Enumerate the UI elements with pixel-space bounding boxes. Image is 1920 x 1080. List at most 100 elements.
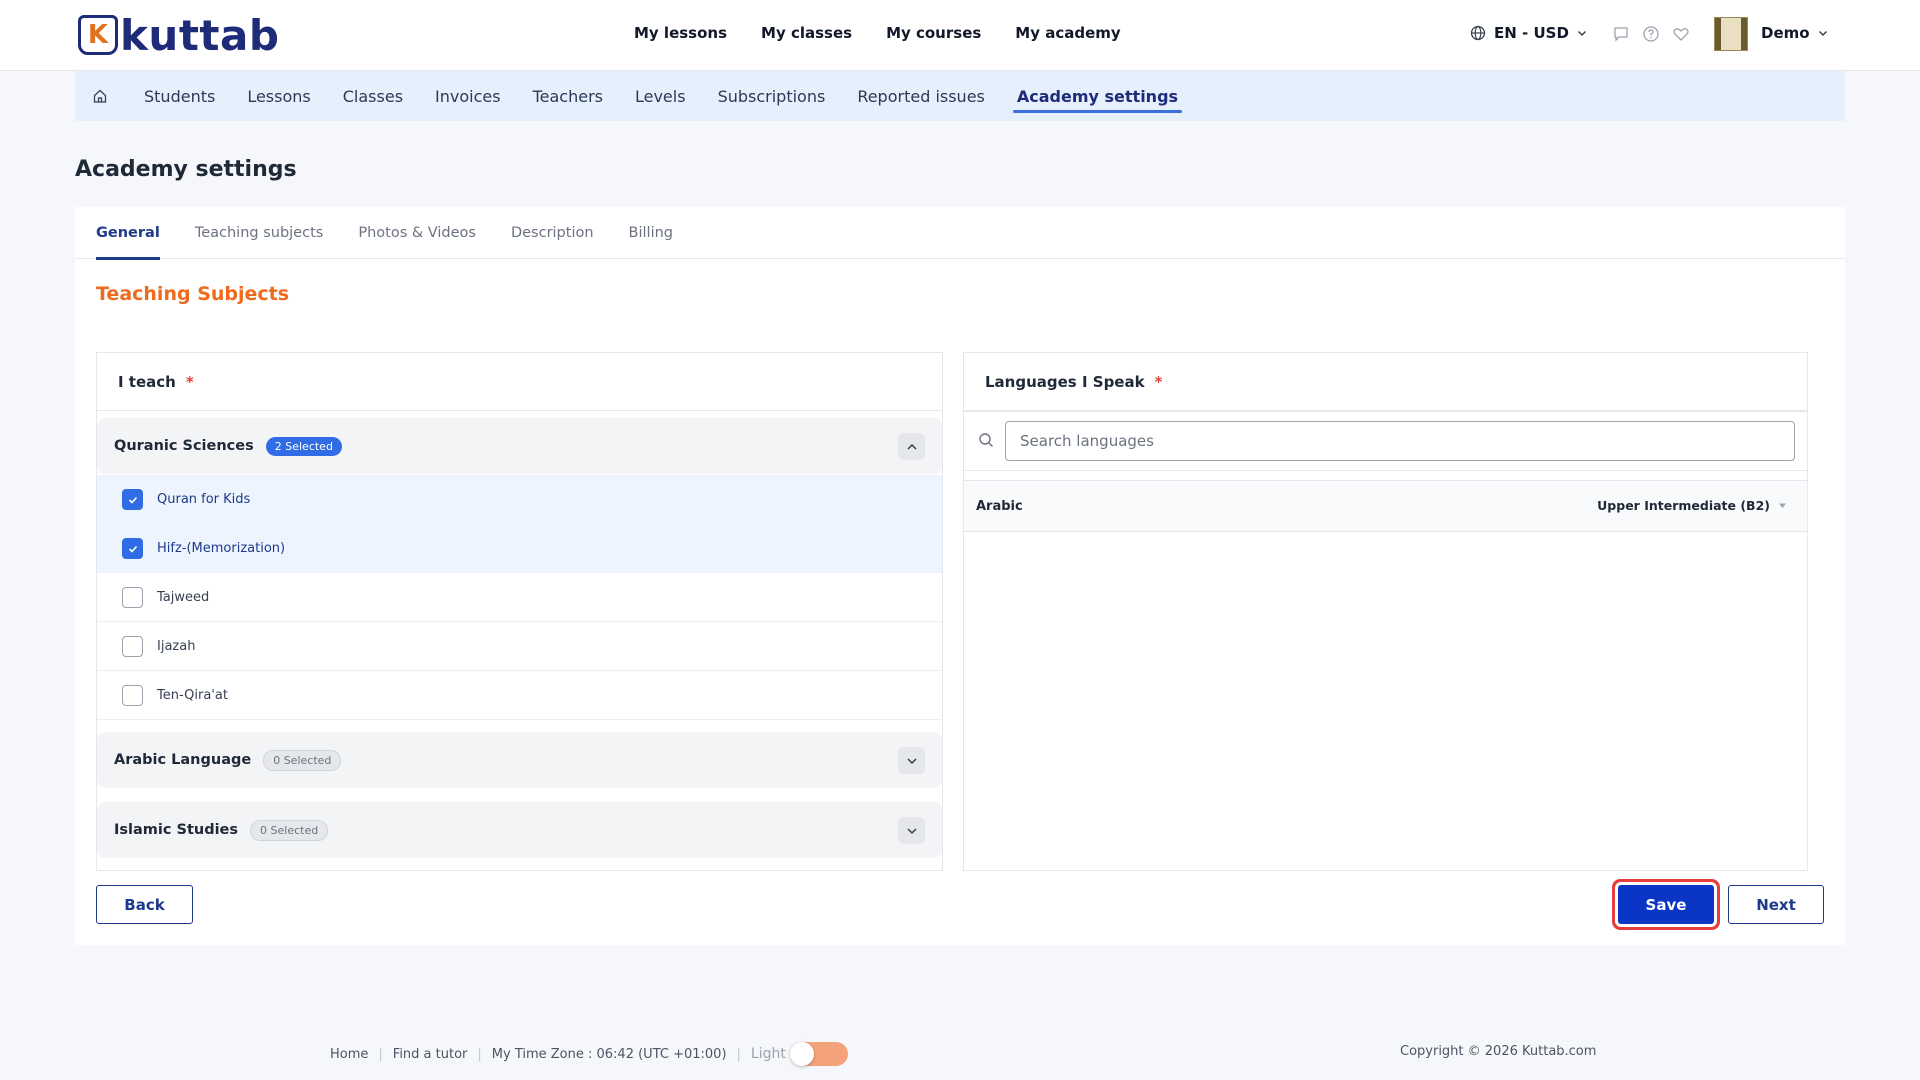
required-mark: * (1154, 372, 1163, 391)
separator: | (736, 1046, 741, 1062)
message-icon[interactable] (1612, 25, 1630, 43)
next-button[interactable]: Next (1728, 885, 1824, 924)
theme-toggle[interactable] (789, 1042, 848, 1066)
footer: Home | Find a tutor | My Time Zone : 06:… (330, 1042, 848, 1066)
home-link[interactable] (75, 88, 125, 104)
settings-tabs: General Teaching subjects Photos & Video… (75, 207, 1845, 260)
subnav-levels[interactable]: Levels (635, 71, 686, 121)
heart-icon[interactable] (1672, 25, 1690, 43)
footer-find-tutor-link[interactable]: Find a tutor (393, 1047, 468, 1062)
subject-item-hifz[interactable]: Hifz-(Memorization) (97, 524, 942, 573)
checkbox-checked[interactable] (122, 538, 143, 559)
chevron-down-icon (906, 827, 917, 834)
tab-general[interactable]: General (96, 207, 160, 260)
subnav-students[interactable]: Students (144, 71, 215, 121)
tab-billing[interactable]: Billing (629, 207, 673, 259)
page-title: Academy settings (75, 157, 297, 182)
chevron-down-icon (1577, 30, 1586, 37)
kuttab-logo[interactable]: K kuttab (78, 11, 279, 60)
theme-label: Light (750, 1046, 786, 1062)
footer-home-link[interactable]: Home (330, 1047, 368, 1062)
subnav-lessons[interactable]: Lessons (247, 71, 310, 121)
subnav-invoices[interactable]: Invoices (435, 71, 501, 121)
selected-count-badge: 0 Selected (263, 749, 342, 771)
languages-header: Languages I Speak * (964, 353, 1807, 411)
academy-subnav: Students Lessons Classes Invoices Teache… (75, 71, 1845, 121)
accordion-title: Arabic Language (114, 752, 252, 768)
locale-selector[interactable]: EN - USD (1470, 24, 1587, 42)
subject-label: Ijazah (157, 638, 196, 654)
accordion-arabic-language[interactable]: Arabic Language 0 Selected (97, 732, 942, 788)
locale-label: EN - USD (1494, 24, 1569, 42)
subject-label: Ten-Qira'at (157, 687, 228, 703)
section-title: Teaching Subjects (96, 283, 290, 305)
accordion-title: Islamic Studies (114, 822, 239, 838)
subnav-classes[interactable]: Classes (343, 71, 403, 121)
collapse-toggle[interactable] (898, 433, 925, 460)
avatar[interactable] (1714, 17, 1748, 51)
required-mark: * (185, 372, 194, 391)
i-teach-label: I teach (118, 372, 176, 391)
logo-mark-icon: K (78, 15, 118, 55)
check-icon (128, 545, 137, 553)
subnav-subscriptions[interactable]: Subscriptions (718, 71, 826, 121)
language-level-value: Upper Intermediate (B2) (1597, 498, 1770, 513)
nav-my-academy[interactable]: My academy (1015, 24, 1120, 42)
chevron-down-icon (906, 757, 917, 764)
top-header: K kuttab My lessons My classes My course… (0, 0, 1920, 71)
i-teach-panel: I teach * Quranic Sciences 2 Selected Qu… (96, 352, 943, 871)
checkbox-unchecked[interactable] (122, 635, 143, 657)
help-icon[interactable] (1642, 25, 1660, 43)
checkbox-unchecked[interactable] (122, 586, 143, 608)
tab-teaching-subjects[interactable]: Teaching subjects (195, 207, 324, 259)
toggle-knob (789, 1042, 814, 1066)
accordion-title: Quranic Sciences (114, 438, 254, 454)
user-name: Demo (1761, 24, 1810, 42)
languages-label: Languages I Speak (985, 372, 1145, 391)
language-row: Arabic Upper Intermediate (B2) (964, 480, 1807, 532)
languages-panel: Languages I Speak * Arabic Upper Interme… (963, 352, 1808, 871)
selected-count-badge: 0 Selected (250, 819, 329, 841)
accordion-quranic-sciences[interactable]: Quranic Sciences 2 Selected (97, 418, 942, 474)
checkbox-unchecked[interactable] (122, 684, 143, 706)
logo-letter: K (87, 20, 109, 50)
subnav-teachers[interactable]: Teachers (533, 71, 603, 121)
separator: | (378, 1046, 383, 1062)
home-icon (93, 89, 107, 103)
subject-item-quran-for-kids[interactable]: Quran for Kids (97, 475, 942, 524)
nav-my-courses[interactable]: My courses (886, 24, 981, 42)
tab-description[interactable]: Description (511, 207, 594, 259)
selected-count-badge: 2 Selected (265, 436, 342, 456)
subject-label: Quran for Kids (157, 492, 251, 507)
check-icon (128, 496, 137, 504)
user-menu[interactable]: Demo (1761, 24, 1828, 42)
save-button[interactable]: Save (1618, 885, 1714, 924)
subject-label: Hifz-(Memorization) (157, 541, 286, 556)
nav-my-lessons[interactable]: My lessons (634, 24, 727, 42)
language-search-bar (964, 411, 1807, 471)
tab-photos-videos[interactable]: Photos & Videos (358, 207, 476, 259)
copyright-text: Copyright © 2026 Kuttab.com (1400, 1044, 1597, 1059)
search-icon (978, 432, 994, 452)
subnav-reported-issues[interactable]: Reported issues (857, 71, 985, 121)
header-icons (1612, 25, 1690, 43)
accordion-islamic-studies[interactable]: Islamic Studies 0 Selected (97, 802, 942, 858)
separator: | (477, 1046, 482, 1062)
language-name: Arabic (976, 498, 1023, 514)
chevron-up-icon (906, 443, 917, 450)
checkbox-checked[interactable] (122, 489, 143, 510)
i-teach-header: I teach * (97, 353, 942, 411)
back-button[interactable]: Back (96, 885, 193, 924)
subject-item-ten-qiraat[interactable]: Ten-Qira'at (97, 671, 942, 720)
search-languages-input[interactable] (1005, 421, 1795, 461)
globe-icon (1470, 25, 1486, 41)
expand-toggle[interactable] (898, 817, 925, 844)
subject-item-tajweed[interactable]: Tajweed (97, 573, 942, 622)
language-level-select[interactable]: Upper Intermediate (B2) (1597, 498, 1787, 513)
subject-item-ijazah[interactable]: Ijazah (97, 622, 942, 671)
expand-toggle[interactable] (898, 747, 925, 774)
subject-label: Tajweed (157, 589, 210, 605)
nav-my-classes[interactable]: My classes (761, 24, 852, 42)
subnav-academy-settings[interactable]: Academy settings (1012, 71, 1183, 121)
settings-card: General Teaching subjects Photos & Video… (75, 207, 1845, 945)
